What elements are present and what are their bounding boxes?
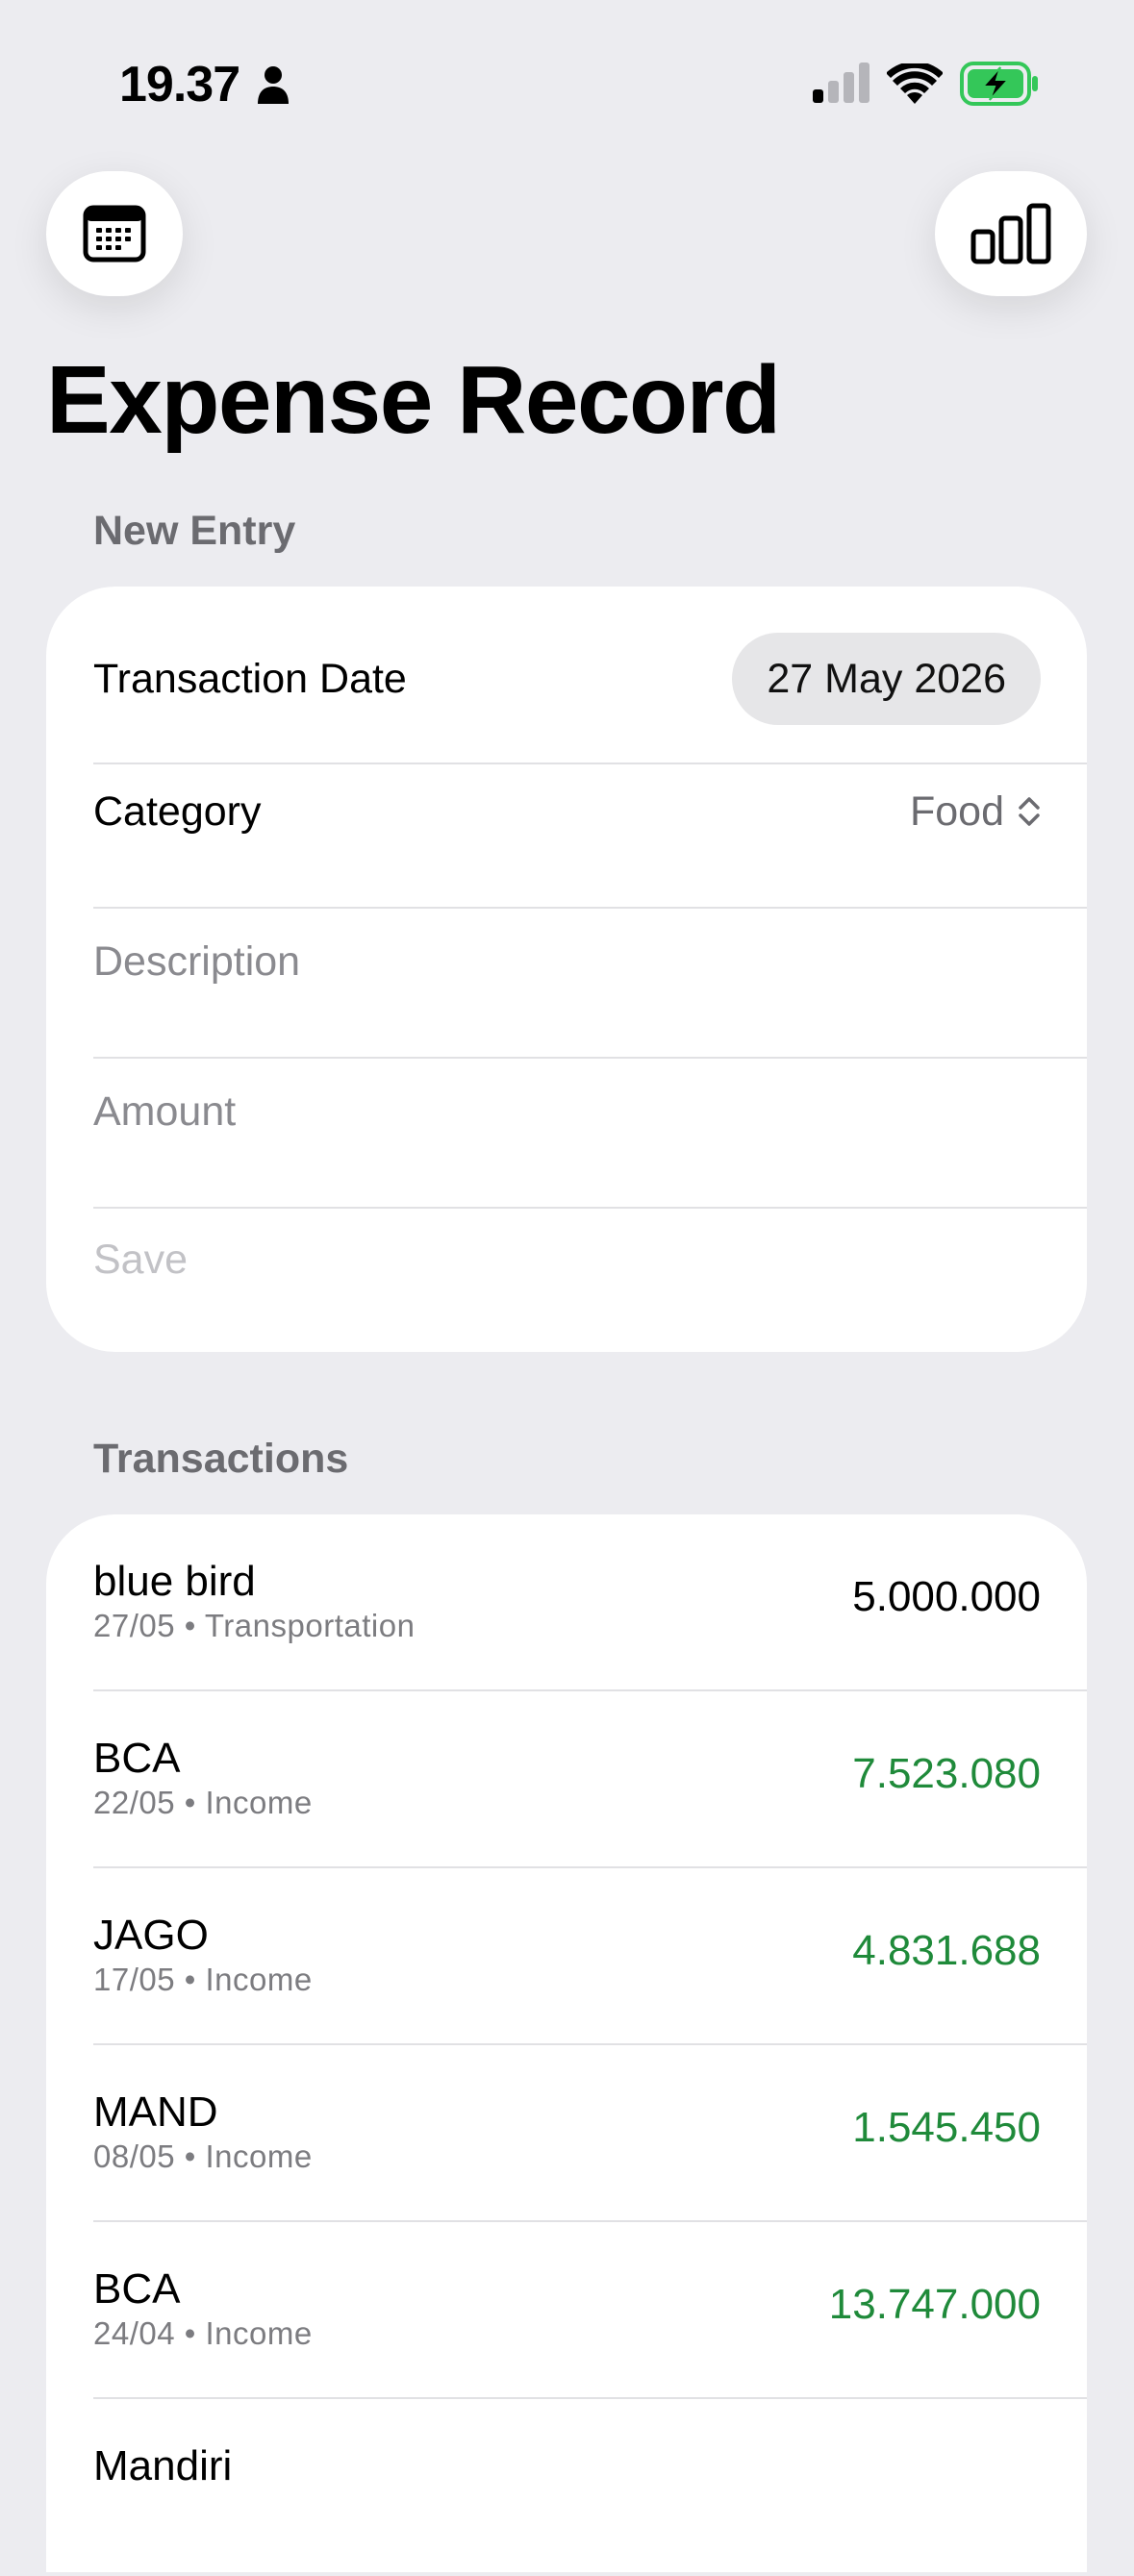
transactions-list: blue bird 27/05 • Transportation 5.000.0… bbox=[46, 1514, 1087, 2572]
calendar-button[interactable] bbox=[46, 171, 183, 296]
bar-chart-icon bbox=[970, 203, 1051, 264]
new-entry-header: New Entry bbox=[93, 508, 296, 554]
transaction-name: blue bird bbox=[93, 1558, 256, 1605]
transaction-meta: 08/05 • Income bbox=[93, 2138, 313, 2174]
category-picker[interactable]: Food bbox=[910, 788, 1041, 836]
battery-charging-icon bbox=[960, 62, 1038, 106]
category-label: Category bbox=[93, 788, 262, 835]
chevron-up-down-icon bbox=[1019, 797, 1040, 826]
transaction-date-row: Transaction Date 27 May 2026 bbox=[93, 631, 1041, 727]
divider bbox=[93, 907, 1087, 909]
transaction-meta: 24/04 • Income bbox=[93, 2315, 313, 2351]
transaction-meta: 17/05 • Income bbox=[93, 1962, 313, 1997]
transactions-header: Transactions bbox=[93, 1436, 349, 1482]
transaction-row[interactable]: BCA 22/05 • Income 7.523.080 bbox=[93, 1691, 1041, 1868]
transaction-name: Mandiri bbox=[93, 2442, 233, 2489]
category-value: Food bbox=[909, 788, 1004, 835]
divider bbox=[93, 1207, 1087, 1209]
save-label: Save bbox=[93, 1237, 189, 1283]
transaction-amount: 7.523.080 bbox=[852, 1750, 1041, 1797]
transaction-meta: 27/05 • Transportation bbox=[93, 1608, 416, 1643]
wifi-icon bbox=[887, 63, 943, 104]
transaction-amount: 5.000.000 bbox=[852, 1573, 1041, 1620]
transaction-name: BCA bbox=[93, 2265, 181, 2313]
transaction-date-label: Transaction Date bbox=[93, 656, 407, 702]
new-entry-form: Transaction Date 27 May 2026 Category Fo… bbox=[46, 587, 1087, 1352]
divider bbox=[93, 1057, 1087, 1059]
transaction-name: MAND bbox=[93, 2088, 218, 2136]
transaction-row[interactable]: BCA 24/04 • Income 13.747.000 bbox=[93, 2222, 1041, 2399]
amount-placeholder: Amount bbox=[93, 1088, 237, 1135]
person-icon bbox=[258, 66, 289, 104]
transaction-row[interactable]: Mandiri bbox=[93, 2399, 1041, 2576]
transaction-row[interactable]: blue bird 27/05 • Transportation 5.000.0… bbox=[93, 1514, 1041, 1691]
transaction-row[interactable]: JAGO 17/05 • Income 4.831.688 bbox=[93, 1868, 1041, 2045]
amount-field[interactable]: Amount bbox=[93, 1063, 1041, 1160]
status-time: 19.37 bbox=[119, 57, 240, 113]
category-row[interactable]: Category Food bbox=[93, 763, 1041, 860]
description-field[interactable]: Description bbox=[93, 913, 1041, 1010]
transaction-meta: 22/05 • Income bbox=[93, 1785, 313, 1820]
cellular-signal-icon bbox=[813, 63, 869, 103]
transaction-row[interactable]: MAND 08/05 • Income 1.545.450 bbox=[93, 2045, 1041, 2222]
transaction-name: BCA bbox=[93, 1735, 181, 1782]
calendar-icon bbox=[83, 205, 146, 263]
description-placeholder: Description bbox=[93, 938, 301, 985]
transaction-amount: 13.747.000 bbox=[828, 2281, 1041, 2328]
transaction-amount: 1.545.450 bbox=[852, 2104, 1041, 2151]
statistics-button[interactable] bbox=[935, 171, 1087, 296]
transaction-name: JAGO bbox=[93, 1912, 209, 1959]
transaction-date-picker[interactable]: 27 May 2026 bbox=[732, 633, 1041, 725]
page-title: Expense Record bbox=[46, 346, 781, 454]
status-bar: 19.37 bbox=[0, 0, 1134, 144]
save-button[interactable]: Save bbox=[93, 1212, 1041, 1308]
transaction-amount: 4.831.688 bbox=[852, 1927, 1041, 1974]
